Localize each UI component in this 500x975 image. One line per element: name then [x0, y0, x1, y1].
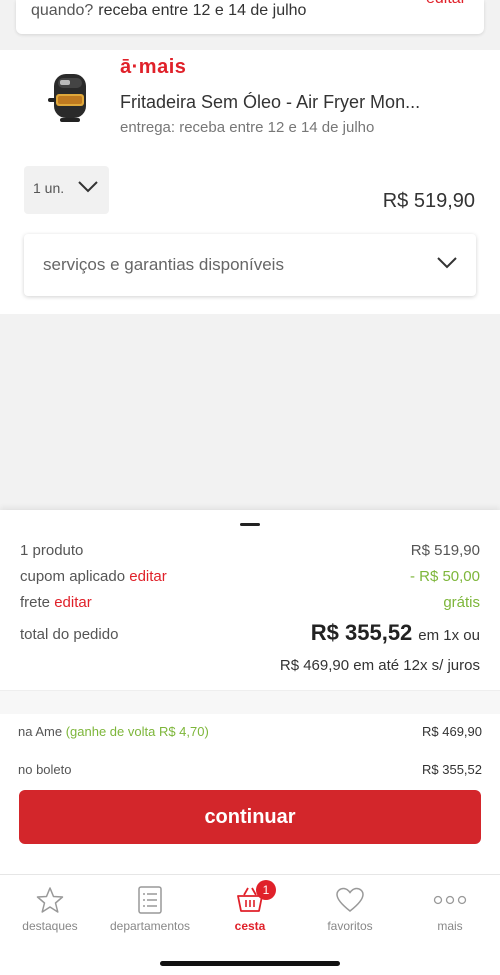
- installments-text: R$ 469,90 em até 12x s/ juros: [279, 657, 480, 674]
- star-icon: [0, 883, 100, 917]
- chevron-down-icon: [77, 180, 99, 199]
- delivery-value: receba entre 12 e 14 de julho: [98, 2, 307, 19]
- chevron-down-icon: [436, 256, 458, 275]
- tab-departamentos[interactable]: departamentos: [100, 883, 200, 933]
- delivery-edit-link[interactable]: editar: [426, 0, 466, 8]
- list-icon: [100, 883, 200, 917]
- boleto-value: R$ 355,52: [422, 762, 482, 777]
- tab-label: cesta: [234, 919, 266, 933]
- boleto-label: no boleto: [18, 762, 72, 777]
- total-value: R$ 355,52: [310, 620, 413, 645]
- sheet-drag-handle[interactable]: [240, 523, 260, 526]
- tab-label: destaques: [22, 919, 78, 933]
- quantity-selector[interactable]: 1 un.: [24, 166, 109, 214]
- ame-label: na Ame: [18, 724, 63, 739]
- products-value: R$ 519,90: [410, 542, 480, 559]
- products-label: 1 produto: [20, 542, 84, 559]
- home-indicator[interactable]: [160, 961, 340, 966]
- product-delivery: entrega: receba entre 12 e 14 de julho: [120, 119, 375, 136]
- tab-label: favoritos: [327, 919, 373, 933]
- coupon-edit-link[interactable]: editar: [129, 568, 167, 585]
- coupon-label: cupom aplicado: [20, 568, 126, 585]
- tab-mais[interactable]: mais: [400, 883, 500, 933]
- ame-cashback: (ganhe de volta R$ 4,70): [65, 724, 209, 739]
- quantity-value: 1 un.: [33, 180, 65, 196]
- total-suffix: em 1x ou: [418, 627, 480, 644]
- order-summary-sheet: 1 produto R$ 519,90 cupom aplicado edita…: [0, 510, 500, 874]
- product-name[interactable]: Fritadeira Sem Óleo - Air Fryer Mon...: [120, 92, 450, 113]
- heart-icon: [300, 883, 400, 917]
- coupon-value: - R$ 50,00: [409, 568, 480, 585]
- product-thumbnail[interactable]: [44, 68, 94, 128]
- seller-brand-logo: ā·mais: [120, 56, 187, 78]
- total-price: R$ 355,52 em 1x ou: [311, 620, 480, 646]
- shipping-label: frete: [20, 594, 51, 611]
- continue-label: continuar: [204, 806, 296, 828]
- shipping-edit-link[interactable]: editar: [54, 594, 92, 611]
- delivery-question: quando? receba entre 12 e 14 de julho: [31, 2, 306, 20]
- ame-value: R$ 469,90: [422, 724, 482, 739]
- section-divider: [0, 690, 500, 714]
- total-label: total do pedido: [20, 626, 119, 643]
- services-label: serviços e garantias disponíveis: [43, 255, 284, 274]
- tab-label: departamentos: [109, 919, 191, 933]
- continue-button[interactable]: continuar: [19, 790, 481, 844]
- delivery-card: quando?receba entre 12 e 14 de julho edi…: [16, 0, 484, 34]
- cart-item: ā·mais Fritadeira Sem Óleo - Air Fryer M…: [0, 50, 500, 314]
- cart-count-badge: 1: [256, 880, 276, 900]
- tab-label: mais: [437, 919, 463, 933]
- delivery-question-label: quando?: [31, 2, 94, 19]
- more-icon: [400, 883, 500, 917]
- tab-destaques[interactable]: destaques: [0, 883, 100, 933]
- bottom-tab-bar: destaques departamentos 1 cesta favorito…: [0, 874, 500, 975]
- services-dropdown[interactable]: serviços e garantias disponíveis: [24, 234, 476, 296]
- shipping-value: grátis: [443, 594, 480, 611]
- basket-icon: 1: [200, 880, 300, 917]
- tab-cesta[interactable]: 1 cesta: [200, 880, 300, 933]
- tab-favoritos[interactable]: favoritos: [300, 883, 400, 933]
- product-price: R$ 519,90: [382, 190, 475, 212]
